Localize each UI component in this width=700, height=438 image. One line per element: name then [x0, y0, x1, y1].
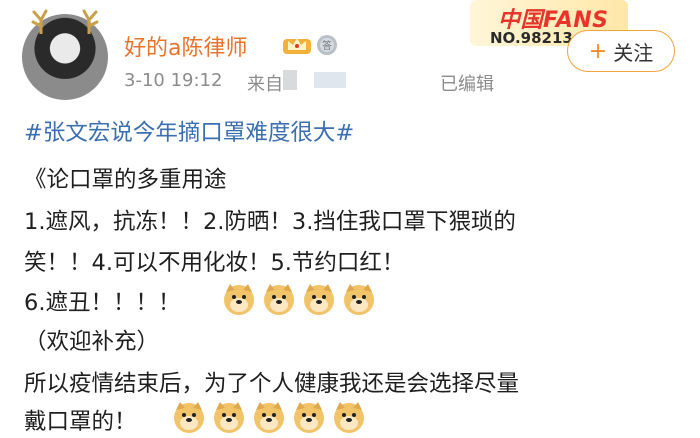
post-time: 3-10 19:12: [124, 70, 223, 91]
emoji-group: [172, 400, 366, 434]
post-line: 笑！！4.可以不用化妆！5.节约口红！: [24, 250, 405, 276]
doge-emoji-icon: [344, 284, 374, 315]
post-line: 戴口罩的！: [24, 409, 137, 435]
doge-emoji-icon: [214, 402, 244, 433]
doge-emoji-icon: [334, 402, 364, 433]
username[interactable]: 好的a陈律师: [124, 30, 247, 62]
answer-medal-icon[interactable]: 答: [316, 34, 338, 56]
emoji-group: [222, 282, 376, 316]
vip-crown-icon[interactable]: [282, 33, 312, 55]
doge-emoji-icon: [294, 402, 324, 433]
post-line: 所以疫情结束后，为了个人健康我还是会选择尽量: [24, 371, 520, 397]
antler-icon: [82, 9, 99, 34]
blurred-source: [283, 70, 297, 90]
doge-emoji-icon: [254, 402, 284, 433]
doge-emoji-icon: [224, 284, 254, 315]
plus-icon: +: [588, 38, 608, 64]
hashtag-link[interactable]: #张文宏说今年摘口罩难度很大#: [24, 115, 354, 147]
follow-label: 关注: [613, 40, 654, 65]
post-line: （欢迎补充）: [24, 329, 160, 355]
svg-text:答: 答: [322, 39, 332, 52]
doge-emoji-icon: [264, 284, 294, 315]
fans-badge-number: NO.98213: [490, 29, 573, 47]
post-line: 《论口罩的多重用途: [24, 167, 227, 193]
blurred-source: [314, 72, 346, 88]
post-line: 6.遮丑！！！！: [24, 290, 181, 316]
doge-emoji-icon: [174, 402, 204, 433]
post-line: 1.遮风，抗冻！！2.防晒！3.挡住我口罩下猥琐的: [24, 209, 516, 235]
follow-button[interactable]: + 关注: [567, 30, 675, 72]
antler-icon: [31, 9, 48, 34]
doge-emoji-icon: [304, 284, 334, 315]
edited-label[interactable]: 已编辑: [440, 70, 494, 96]
post-source: 来自: [247, 74, 283, 95]
avatar[interactable]: [22, 9, 108, 100]
